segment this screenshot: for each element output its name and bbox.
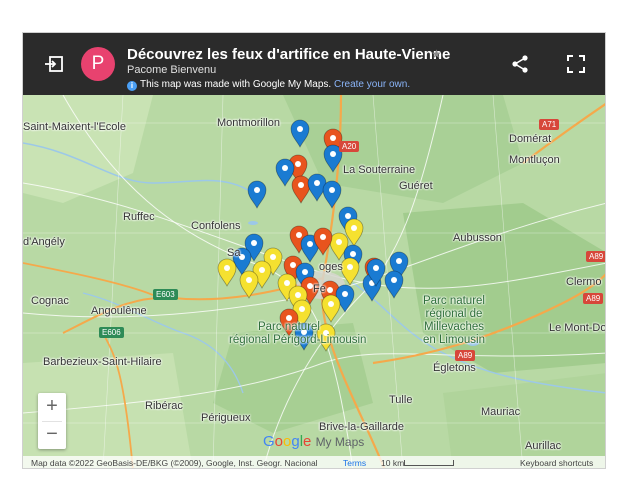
place-limoges: oges (319, 261, 343, 273)
my-maps-wordmark: My Maps (315, 435, 365, 449)
google-wordmark: Google (263, 433, 312, 450)
road-shield-e606: E606 (99, 327, 124, 338)
place-fe-fragment: Fe (313, 283, 326, 295)
open-legend-icon[interactable] (43, 53, 65, 75)
place-mauriac: Mauriac (481, 406, 521, 418)
place-ruffec: Ruffec (123, 211, 155, 223)
zoom-control: + − (38, 393, 66, 449)
map-header-bar: P Découvrez les feux d'artifice en Haute… (23, 33, 605, 95)
place-egletons: Égletons (433, 362, 476, 374)
road-shield-e603: E603 (153, 289, 178, 300)
map-footer: Map data ©2022 GeoBasis-DE/BKG (©2009), … (23, 456, 605, 468)
scale-bar (404, 460, 454, 466)
share-icon[interactable] (509, 53, 531, 75)
road-shield-a71: A71 (539, 119, 560, 130)
map-embed: Saint-Maixent-l'Ecole Montmorillon Domér… (22, 32, 606, 469)
place-domerat: Domérat (509, 133, 552, 145)
zoom-divider (42, 421, 62, 422)
info-text: This map was made with Google My Maps. (140, 79, 332, 90)
place-angouleme: Angoulême (91, 305, 147, 317)
place-confolens: Confolens (191, 220, 241, 232)
map-canvas[interactable] (23, 33, 606, 469)
road-shield-a20: A20 (339, 141, 360, 152)
place-tulle: Tulle (389, 394, 413, 406)
map-attribution: Map data ©2022 GeoBasis-DE/BKG (©2009), … (31, 458, 318, 468)
place-clermont: Clermo (566, 276, 602, 288)
zoom-in-button[interactable]: + (38, 393, 66, 421)
place-gueret: Guéret (399, 180, 433, 192)
star-icon[interactable]: ★ (431, 47, 442, 61)
place-cognac: Cognac (31, 295, 69, 307)
place-montlucon: Montluçon (509, 154, 560, 166)
place-sa-fragment: Sa (227, 247, 241, 259)
place-aurillac: Aurillac (525, 440, 562, 452)
road-shield-a89: A89 (586, 251, 605, 262)
place-la-souterraine: La Souterraine (343, 164, 416, 176)
fullscreen-icon[interactable] (565, 53, 587, 75)
place-montmorillon: Montmorillon (217, 117, 280, 129)
author-name: Pacome Bienvenu (127, 64, 217, 76)
terms-link[interactable]: Terms (343, 458, 366, 468)
map-title: Découvrez les feux d'artifice en Haute-V… (127, 46, 451, 63)
scale-label[interactable]: 10 km (381, 458, 404, 468)
place-brive: Brive-la-Gaillarde (319, 421, 404, 433)
place-saint-maixent: Saint-Maixent-l'Ecole (23, 121, 126, 133)
park-millevaches: Parc naturel régional de Millevaches en Lim… (422, 295, 485, 346)
info-line: i This map was made with Google My Maps. … (127, 79, 410, 91)
road-shield-a89: A89 (455, 350, 476, 361)
place-angely: d'Angély (23, 236, 65, 248)
google-my-maps-logo: Google My Maps (263, 433, 364, 450)
road-shield-a89: A89 (583, 293, 604, 304)
place-le-mont-dore: Le Mont-Dore (549, 322, 606, 334)
avatar: P (81, 47, 115, 81)
zoom-out-button[interactable]: − (38, 421, 66, 449)
keyboard-shortcuts-link[interactable]: Keyboard shortcuts (520, 458, 593, 468)
place-riberac: Ribérac (145, 400, 183, 412)
info-icon: i (127, 81, 137, 91)
create-your-own-link[interactable]: Create your own. (334, 79, 410, 90)
park-perigord-limousin: Parc naturel régional Périgord-Limousin (229, 321, 367, 346)
place-perigueux: Périgueux (201, 412, 251, 424)
place-barbezieux: Barbezieux-Saint-Hilaire (43, 356, 162, 368)
place-aubusson: Aubusson (453, 232, 502, 244)
